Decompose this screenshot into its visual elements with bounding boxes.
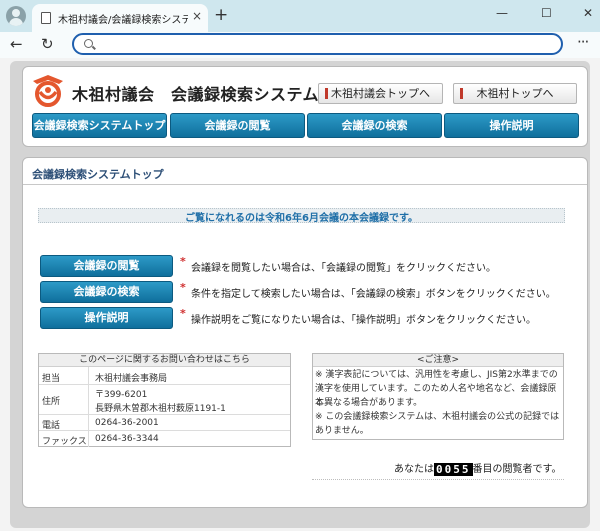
- contact-table-header: このページに関するお問い合わせはこちら: [39, 354, 290, 367]
- new-tab-icon[interactable]: +: [214, 5, 228, 25]
- counter-suffix: 番目の閲覧者です。: [472, 464, 562, 475]
- window-close-icon[interactable]: ✕: [583, 6, 593, 20]
- nav-tab-search[interactable]: 会議録の検索: [307, 113, 442, 138]
- contact-value-postal: 〒399-6201: [95, 390, 148, 400]
- gikai-top-link[interactable]: 木祖村議会トップへ: [318, 83, 443, 104]
- more-menu-icon[interactable]: ···: [577, 33, 589, 51]
- caution-header: <ご注意>: [313, 354, 563, 367]
- browse-minutes-button[interactable]: 会議録の閲覧: [40, 255, 173, 277]
- search-minutes-button[interactable]: 会議録の検索: [40, 281, 173, 303]
- minimize-icon[interactable]: —: [496, 6, 508, 20]
- profile-avatar-icon[interactable]: [6, 6, 26, 26]
- counter-underline: [312, 479, 564, 480]
- reload-icon[interactable]: ↻: [41, 35, 54, 53]
- contact-label-dept: 担当: [42, 374, 61, 384]
- bullet-mark: *: [180, 281, 186, 294]
- contact-label-address: 住所: [42, 397, 61, 407]
- available-minutes-notice: ご覧になれるのは令和6年6月会議の本会議録です。: [185, 213, 418, 224]
- contact-value-address: 長野県木曽郡木祖村薮原1191-1: [95, 404, 226, 414]
- browse-minutes-description: 会議録を閲覧したい場合は、「会議録の閲覧」をクリックください。: [191, 263, 496, 274]
- page-favicon-icon: [41, 12, 51, 24]
- contact-value-phone: 0264-36-2001: [95, 418, 159, 428]
- caution-line: ありません。: [315, 426, 369, 436]
- contact-value-fax: 0264-36-3344: [95, 434, 159, 444]
- search-icon: [84, 39, 93, 48]
- site-title: 木祖村議会 会議録検索システム: [72, 85, 320, 104]
- visitor-counter: あなたは 0055 番目の閲覧者です。: [394, 460, 562, 476]
- address-bar[interactable]: [72, 33, 563, 55]
- back-arrow-icon[interactable]: ←: [10, 35, 23, 53]
- counter-digits: 0055: [434, 463, 473, 476]
- contact-table: [38, 353, 291, 447]
- contact-label-fax: ファックス: [42, 437, 87, 447]
- nav-tab-manual[interactable]: 操作説明: [444, 113, 579, 138]
- contact-row-divider: [39, 384, 290, 385]
- nav-tab-browse[interactable]: 会議録の閲覧: [170, 113, 305, 138]
- contact-value-dept: 木祖村議会事務局: [95, 374, 168, 384]
- caution-line: ※ この会議録検索システムは、木祖村議会の公式の記録では: [315, 412, 560, 422]
- manual-button[interactable]: 操作説明: [40, 307, 173, 329]
- tab-close-icon[interactable]: ×: [192, 9, 202, 23]
- contact-row-divider: [39, 414, 290, 415]
- caution-line: ※ 漢字表記については、汎用性を考慮し、JIS第2水準までの: [315, 370, 558, 380]
- counter-prefix: あなたは: [394, 464, 434, 475]
- nav-tab-system-top[interactable]: 会議録検索システムトップ: [32, 113, 167, 138]
- manual-description: 操作説明をご覧になりたい場合は、「操作説明」ボタンをクリックください。: [191, 315, 536, 326]
- bullet-mark: *: [180, 255, 186, 268]
- maximize-icon[interactable]: ☐: [541, 6, 552, 20]
- browser-tab-active[interactable]: 木祖村議会/会議録検索システム ×: [32, 4, 208, 32]
- contact-row-divider: [39, 430, 290, 431]
- section-title: 会議録検索システムトップ: [32, 168, 164, 181]
- bullet-mark: *: [180, 307, 186, 320]
- contact-column-divider: [88, 367, 89, 447]
- caution-line: と異なる場合があります。: [315, 398, 423, 408]
- tab-title: 木祖村議会/会議録検索システム: [58, 15, 188, 26]
- browser-toolbar: ← ↻ ···: [0, 32, 600, 58]
- village-top-link[interactable]: 木祖村トップへ: [453, 83, 577, 104]
- search-minutes-description: 条件を指定して検索したい場合は、「会議録の検索」ボタンをクリックください。: [191, 289, 556, 300]
- village-logo-icon: [33, 75, 63, 107]
- section-divider: [23, 184, 587, 185]
- browser-tab-bar: 木祖村議会/会議録検索システム × + — ☐ ✕: [0, 0, 600, 32]
